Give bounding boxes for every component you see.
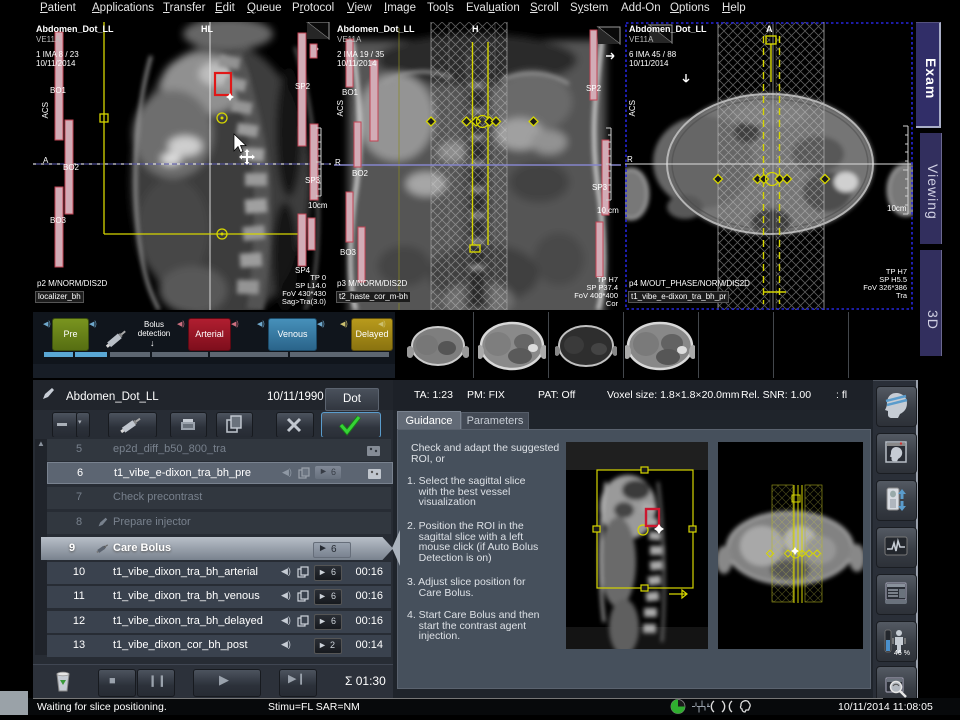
- svg-text:46 %: 46 %: [894, 650, 910, 656]
